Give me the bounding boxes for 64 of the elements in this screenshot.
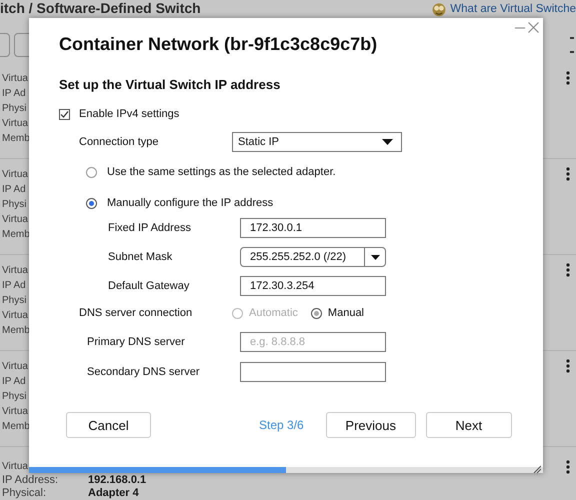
field-value: 192.168.0.1 xyxy=(88,474,146,486)
previous-button[interactable]: Previous xyxy=(326,412,416,438)
field-label: IP Ad xyxy=(1,184,27,195)
field-label: Virtua xyxy=(1,73,29,84)
field-label: Virtua xyxy=(1,361,29,372)
field-label: Default Gateway xyxy=(108,280,190,292)
field-label: Virtua xyxy=(1,461,29,472)
field-label: Connection type xyxy=(79,136,160,148)
field-label: Virtua xyxy=(1,214,29,225)
field-label: DNS server connection xyxy=(79,307,194,319)
radio-label: Automatic xyxy=(249,307,298,319)
dialog-title: Container Network (br-9f1c3c8c9c7b) xyxy=(59,34,378,56)
field-label: Memb xyxy=(1,229,30,240)
cancel-button[interactable]: Cancel xyxy=(66,412,151,438)
connection-type-dropdown[interactable]: Static IP xyxy=(232,132,402,152)
input-field[interactable]: 172.30.0.1 xyxy=(240,218,386,238)
field-label: Virtua xyxy=(1,406,29,417)
field-label: Memb xyxy=(1,133,30,144)
field-label: Virtua xyxy=(1,265,29,276)
more-icon[interactable] xyxy=(566,71,570,85)
resize-grip-icon[interactable] xyxy=(533,465,541,473)
input-field[interactable]: 172.30.3.254 xyxy=(240,276,386,296)
more-icon[interactable] xyxy=(566,460,570,474)
help-link[interactable]: What are Virtual Switche xyxy=(450,2,576,16)
radio-button[interactable] xyxy=(310,308,322,318)
field-label: Physical: xyxy=(1,486,48,498)
more-icon[interactable] xyxy=(566,167,570,181)
field-label: Physi xyxy=(1,391,28,402)
field-value: Adapter 4 xyxy=(88,486,139,498)
field-label: Secondary DNS server xyxy=(87,366,200,378)
field-label: Physi xyxy=(1,103,28,114)
more-icon[interactable] xyxy=(566,263,570,277)
field-label: IP Ad xyxy=(1,88,27,99)
field-label: Virtua xyxy=(1,310,29,321)
field-label: IP Ad xyxy=(1,280,27,291)
checkbox[interactable] xyxy=(59,108,70,120)
radio-label: Use the same settings as the selected adapter. xyxy=(107,166,336,178)
field-label: Fixed IP Address xyxy=(108,222,192,234)
subnet-mask-dropdown[interactable]: 255.255.252.0 (/22) xyxy=(240,247,386,267)
more-icon[interactable] xyxy=(566,359,570,373)
radio-label: Manual xyxy=(328,307,364,319)
section-heading: Set up the Virtual Switch IP address xyxy=(59,77,282,94)
radio-button[interactable] xyxy=(86,166,97,178)
radio-label: Manually configure the IP address xyxy=(107,197,274,209)
field-label: IP Address: xyxy=(1,474,60,486)
close-icon[interactable] xyxy=(528,22,539,33)
radio-button[interactable] xyxy=(86,198,97,208)
caret-icon xyxy=(382,139,393,145)
input-field[interactable]: e.g. 8.8.8.8 xyxy=(240,332,386,352)
field-label: IP Ad xyxy=(1,376,27,387)
checkbox-label: Enable IPv4 settings xyxy=(79,108,180,120)
next-button[interactable]: Next xyxy=(426,412,512,438)
step-indicator: Step 3/6 xyxy=(259,418,304,432)
field-label: Memb xyxy=(1,421,30,432)
mascot-icon xyxy=(431,1,448,17)
field-label: Subnet Mask xyxy=(108,251,174,263)
page-title: itch / Software-Defined Switch xyxy=(0,0,201,18)
field-label: Primary DNS server xyxy=(87,336,186,348)
field-label: Virtua xyxy=(1,169,29,180)
field-label: Physi xyxy=(1,199,28,210)
input-field[interactable] xyxy=(240,362,386,382)
field-label: Memb xyxy=(1,325,30,336)
field-label: Virtua xyxy=(1,118,29,129)
field-label: Physi xyxy=(1,295,28,306)
